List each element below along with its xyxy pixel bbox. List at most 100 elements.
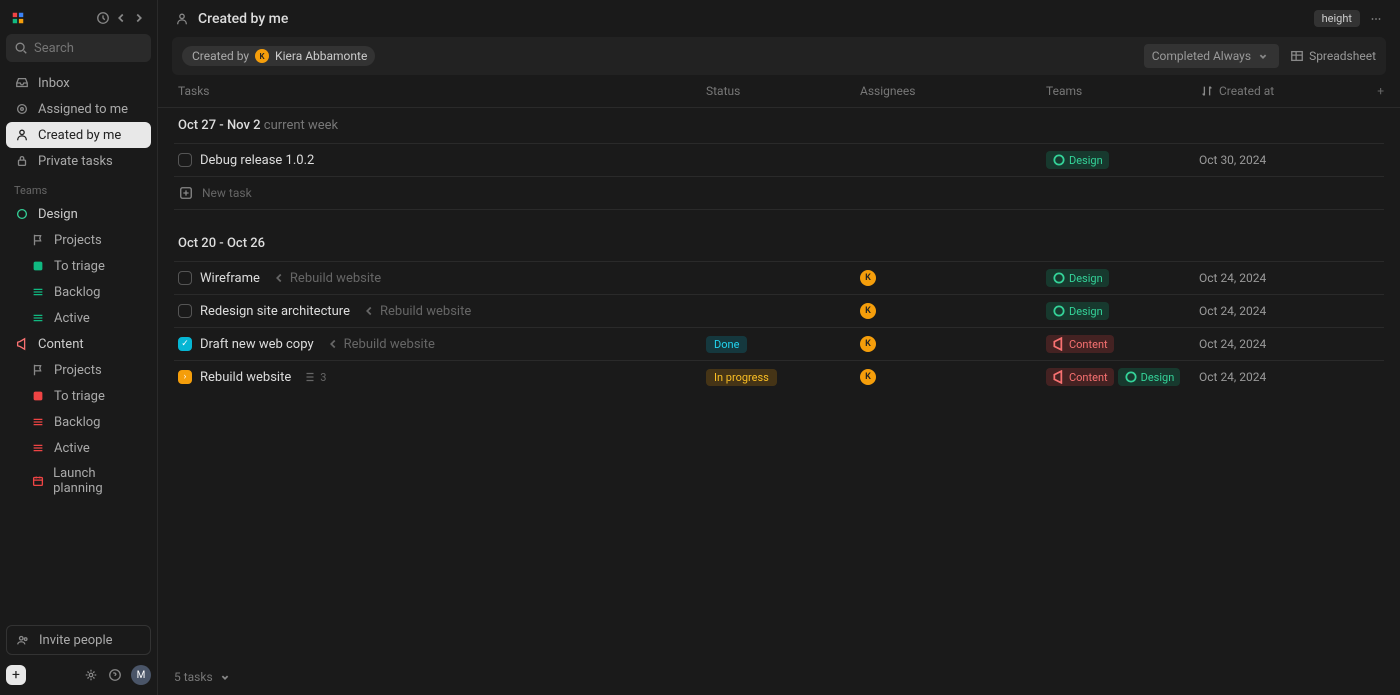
user-avatar[interactable]: M bbox=[131, 665, 151, 685]
invite-people[interactable]: Invite people bbox=[6, 625, 151, 655]
created-date: Oct 30, 2024 bbox=[1199, 153, 1349, 167]
sub-label: To triage bbox=[54, 389, 105, 404]
backlog-icon bbox=[30, 284, 46, 300]
sub-label: Launch planning bbox=[53, 466, 143, 496]
team-tag[interactable]: Content bbox=[1046, 368, 1114, 386]
sidebar-item-launch[interactable]: Launch planning bbox=[6, 461, 151, 501]
teams-section-label: Teams bbox=[6, 174, 151, 201]
assignee-avatar[interactable]: K bbox=[860, 270, 876, 286]
more-icon[interactable] bbox=[1368, 11, 1384, 27]
sidebar-item-active[interactable]: Active bbox=[6, 435, 151, 461]
nav-inbox[interactable]: Inbox bbox=[6, 70, 151, 96]
team-tag[interactable]: Design bbox=[1046, 151, 1109, 169]
task-row[interactable]: › Rebuild website 3 In progress K Conten… bbox=[174, 360, 1384, 393]
parent-task: Rebuild website bbox=[272, 271, 381, 286]
sidebar-item-backlog[interactable]: Backlog bbox=[6, 279, 151, 305]
team-tag[interactable]: Design bbox=[1118, 368, 1181, 386]
team-label: Content bbox=[38, 337, 84, 352]
group-header[interactable]: Oct 27 - Nov 2 current week bbox=[174, 108, 1384, 143]
created-date: Oct 24, 2024 bbox=[1199, 304, 1349, 318]
filter-label: Created by bbox=[192, 49, 249, 63]
view-label: Spreadsheet bbox=[1309, 49, 1376, 63]
filter-created-by[interactable]: Created by K Kiera Abbamonte bbox=[182, 46, 375, 66]
completed-label: Completed Always bbox=[1152, 49, 1251, 63]
col-status[interactable]: Status bbox=[706, 84, 860, 98]
team-tag[interactable]: Design bbox=[1046, 302, 1109, 320]
status-badge: In progress bbox=[706, 369, 777, 386]
sidebar-item-projects[interactable]: Projects bbox=[6, 227, 151, 253]
team-tag[interactable]: Design bbox=[1046, 269, 1109, 287]
app-logo[interactable] bbox=[10, 10, 26, 26]
triage-icon bbox=[30, 258, 46, 274]
task-name: Debug release 1.0.2 bbox=[200, 153, 314, 168]
team-icon bbox=[14, 206, 30, 222]
task-row[interactable]: ✓ Draft new web copy Rebuild website Don… bbox=[174, 327, 1384, 360]
sidebar-item-triage[interactable]: To triage bbox=[6, 253, 151, 279]
clock-icon[interactable] bbox=[95, 10, 111, 26]
team-content[interactable]: Content bbox=[6, 331, 151, 357]
lock-icon bbox=[14, 153, 30, 169]
nav-label: Private tasks bbox=[38, 154, 113, 169]
sub-label: Projects bbox=[54, 233, 102, 248]
task-checkbox[interactable]: ✓ bbox=[178, 337, 192, 351]
megaphone-icon bbox=[14, 336, 30, 352]
task-count[interactable]: 5 tasks bbox=[158, 659, 1400, 695]
assignee-avatar[interactable]: K bbox=[860, 369, 876, 385]
nav-private[interactable]: Private tasks bbox=[6, 148, 151, 174]
team-tag[interactable]: Content bbox=[1046, 335, 1114, 353]
task-name: Redesign site architecture bbox=[200, 304, 350, 319]
gear-icon[interactable] bbox=[83, 667, 99, 683]
add-column[interactable]: + bbox=[1349, 84, 1384, 98]
nav-assigned[interactable]: Assigned to me bbox=[6, 96, 151, 122]
col-created[interactable]: Created at bbox=[1199, 83, 1349, 99]
created-date: Oct 24, 2024 bbox=[1199, 370, 1349, 384]
plus-icon bbox=[178, 185, 194, 201]
sub-label: Projects bbox=[54, 363, 102, 378]
task-checkbox[interactable] bbox=[178, 304, 192, 318]
nav-created[interactable]: Created by me bbox=[6, 122, 151, 148]
team-design[interactable]: Design bbox=[6, 201, 151, 227]
subtask-count: 3 bbox=[303, 370, 326, 384]
nav-back-icon[interactable] bbox=[113, 10, 129, 26]
spreadsheet-icon bbox=[1289, 48, 1305, 64]
add-button[interactable]: + bbox=[6, 665, 26, 685]
col-teams[interactable]: Teams bbox=[1046, 84, 1199, 98]
col-tasks[interactable]: Tasks bbox=[174, 84, 706, 98]
backlog-icon bbox=[30, 414, 46, 430]
flag-icon bbox=[30, 362, 46, 378]
filter-avatar: K bbox=[255, 49, 269, 63]
people-icon bbox=[15, 632, 31, 648]
target-icon bbox=[14, 101, 30, 117]
invite-label: Invite people bbox=[39, 633, 113, 648]
help-icon[interactable] bbox=[107, 667, 123, 683]
group-header[interactable]: Oct 20 - Oct 26 bbox=[174, 226, 1384, 261]
nav-label: Created by me bbox=[38, 128, 121, 143]
nav-forward-icon[interactable] bbox=[131, 10, 147, 26]
new-task[interactable]: New task bbox=[174, 176, 1384, 210]
calendar-icon bbox=[30, 473, 45, 489]
completed-filter[interactable]: Completed Always bbox=[1144, 44, 1279, 68]
sidebar-item-active[interactable]: Active bbox=[6, 305, 151, 331]
sub-label: Backlog bbox=[54, 415, 100, 430]
task-row[interactable]: Redesign site architecture Rebuild websi… bbox=[174, 294, 1384, 327]
page-title: Created by me bbox=[198, 11, 288, 27]
task-checkbox[interactable] bbox=[178, 153, 192, 167]
filter-user: Kiera Abbamonte bbox=[275, 49, 367, 63]
chevron-down-icon bbox=[217, 669, 233, 685]
search-field[interactable] bbox=[34, 41, 143, 56]
assignee-avatar[interactable]: K bbox=[860, 336, 876, 352]
task-checkbox[interactable]: › bbox=[178, 370, 192, 384]
assignee-avatar[interactable]: K bbox=[860, 303, 876, 319]
view-spreadsheet[interactable]: Spreadsheet bbox=[1289, 48, 1376, 64]
sidebar-item-triage[interactable]: To triage bbox=[6, 383, 151, 409]
task-checkbox[interactable] bbox=[178, 271, 192, 285]
task-row[interactable]: Debug release 1.0.2 Design Oct 30, 2024 bbox=[174, 143, 1384, 176]
sidebar-item-projects[interactable]: Projects bbox=[6, 357, 151, 383]
sort-icon bbox=[1199, 83, 1215, 99]
user-icon bbox=[14, 127, 30, 143]
sidebar-item-backlog[interactable]: Backlog bbox=[6, 409, 151, 435]
col-assignees[interactable]: Assignees bbox=[860, 84, 1046, 98]
search-input[interactable] bbox=[6, 34, 151, 62]
inbox-icon bbox=[14, 75, 30, 91]
task-row[interactable]: Wireframe Rebuild website K Design Oct 2… bbox=[174, 261, 1384, 294]
